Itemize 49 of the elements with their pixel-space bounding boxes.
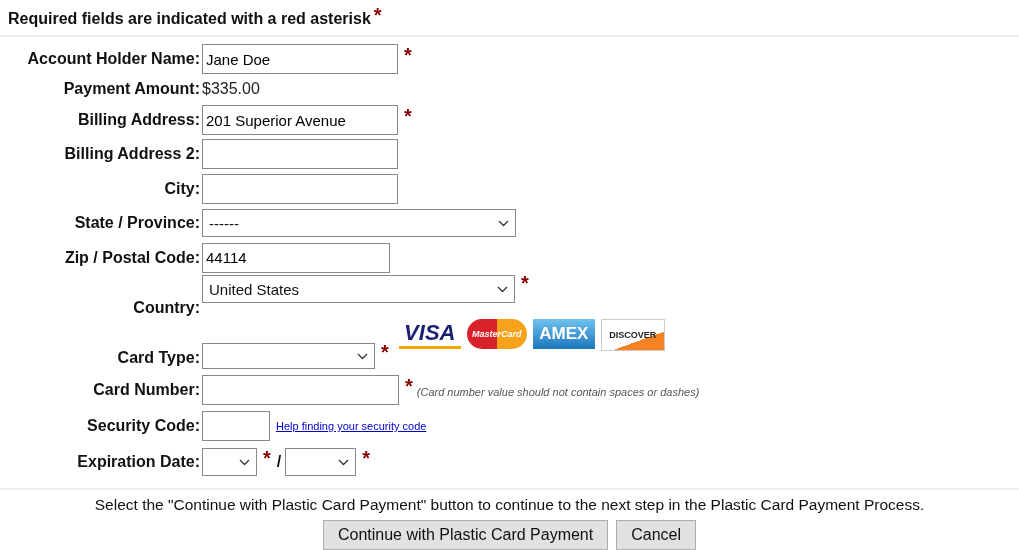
required-asterisk: * — [404, 45, 412, 65]
chevron-icon — [239, 458, 250, 466]
text-field[interactable] — [202, 374, 399, 405]
field-label: Country: — [132, 299, 200, 318]
text-field[interactable] — [202, 139, 398, 169]
dropdown[interactable] — [202, 448, 257, 476]
field-label: Card Type: — [116, 349, 200, 368]
card-logo: DISCOVER — [600, 319, 665, 351]
payment-amount: $335.00 — [202, 80, 260, 98]
field-label: City: — [163, 179, 200, 198]
dropdown[interactable] — [285, 448, 357, 476]
field-label: Billing Address: — [76, 111, 200, 129]
chevron-icon — [338, 458, 350, 466]
text-field[interactable] — [202, 173, 398, 204]
required-asterisk: * — [381, 342, 389, 362]
dropdown[interactable]: United States — [202, 275, 515, 303]
field-label: Expiration Date: — [76, 453, 200, 471]
required-asterisk: * — [373, 5, 382, 25]
field-label: Card Number: — [92, 380, 200, 399]
date-separator: / — [276, 453, 282, 471]
text-field[interactable]: 44114 — [202, 242, 390, 273]
dropdown[interactable]: ------ — [202, 209, 516, 237]
required-asterisk: * — [263, 448, 271, 468]
field-label: Security Code: — [86, 417, 200, 435]
card-logo: AMEX — [532, 319, 595, 349]
hint-text: (Card number value should not contain spaces or dashes) — [416, 385, 700, 398]
required-asterisk: * — [362, 448, 371, 468]
field-label: Billing Address 2: — [63, 145, 200, 163]
instruction-text: Select the "Continue with Plastic Card Payment" button to continue to the next step in the Plastic Card Payment Process. — [94, 496, 925, 514]
card-logo: VISA — [398, 319, 461, 349]
form-heading: Required fields are indicated with a red asterisk — [8, 10, 371, 28]
field-label: State / Province: — [73, 214, 200, 232]
field-label: Zip / Postal Code: — [63, 248, 200, 267]
text-field[interactable] — [202, 411, 270, 441]
help-link[interactable]: Help finding your security code — [276, 420, 427, 432]
field-label: Payment Amount: — [62, 80, 200, 98]
text-field[interactable]: Jane Doe — [202, 44, 398, 74]
chevron-icon — [357, 352, 368, 360]
text-field[interactable]: 201 Superior Avenue — [202, 105, 398, 135]
card-logo: MasterCard — [466, 319, 527, 349]
field-label: Account Holder Name: — [26, 50, 200, 68]
required-asterisk: * — [521, 273, 529, 293]
form-button[interactable]: Cancel — [616, 520, 696, 550]
dropdown[interactable] — [202, 343, 375, 369]
required-asterisk: * — [404, 106, 412, 126]
form-button[interactable]: Continue with Plastic Card Payment — [322, 520, 609, 550]
chevron-icon — [498, 219, 509, 227]
required-asterisk: * — [405, 375, 413, 396]
chevron-icon — [497, 285, 508, 293]
